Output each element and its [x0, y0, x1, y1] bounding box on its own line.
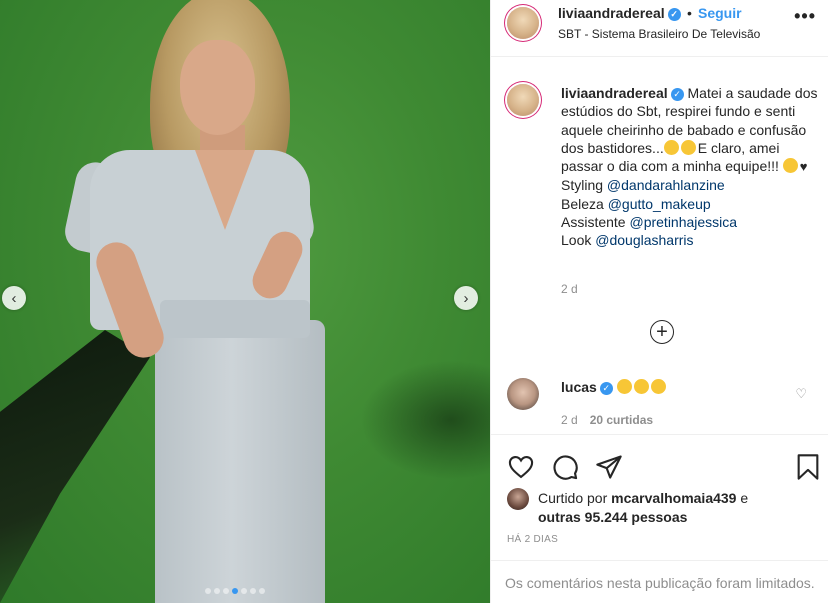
- commenter-avatar[interactable]: [507, 378, 539, 410]
- post-location[interactable]: SBT - Sistema Brasileiro De Televisão: [558, 27, 760, 41]
- comment-time[interactable]: 2 d: [561, 413, 578, 427]
- verified-icon: ✓: [599, 382, 613, 395]
- liker-avatar[interactable]: [507, 488, 529, 510]
- caption-avatar[interactable]: [507, 84, 539, 116]
- styling-label: Styling: [561, 177, 604, 194]
- comment-icon[interactable]: [551, 453, 579, 481]
- header-separator: •: [687, 5, 692, 21]
- chevron-right-icon: ›: [463, 289, 469, 307]
- verified-icon: ✓: [670, 88, 684, 101]
- carousel-prev-button[interactable]: ‹: [2, 286, 26, 310]
- caption-time[interactable]: 2 d: [561, 282, 578, 296]
- liked-by-prefix: Curtido por: [538, 490, 608, 506]
- comment-likes[interactable]: 20 curtidas: [590, 413, 653, 427]
- divider: [491, 560, 828, 561]
- action-bar: [507, 453, 623, 481]
- load-more-comments-button[interactable]: +: [650, 320, 674, 344]
- likes-line-2[interactable]: outras 95.244 pessoas: [538, 508, 687, 527]
- mention-look[interactable]: @douglasharris: [595, 232, 693, 248]
- assistente-label: Assistente: [561, 214, 626, 231]
- comment-text: lucas ✓: [561, 379, 668, 395]
- hearts-face-emoji-icon: [782, 158, 798, 174]
- follow-button[interactable]: Seguir: [698, 5, 742, 21]
- carousel-dot: [250, 588, 256, 594]
- mention-styling[interactable]: @dandarahlanzine: [607, 177, 725, 193]
- carousel-dot: [223, 588, 229, 594]
- commenter-username[interactable]: lucas: [561, 379, 597, 395]
- comments-limited-notice: Os comentários nesta publicação foram li…: [505, 575, 815, 591]
- black-heart-emoji-icon: ♥: [799, 159, 808, 175]
- carousel-dot: [232, 588, 238, 594]
- divider: [491, 434, 828, 435]
- photo-jumpsuit-legs: [155, 320, 325, 603]
- laughing-emoji-icon: [616, 379, 632, 394]
- laughing-emoji-icon: [663, 139, 679, 155]
- post-photo[interactable]: ‹ ›: [0, 0, 490, 603]
- look-label: Look: [561, 232, 592, 249]
- rofl-emoji-icon: [680, 139, 696, 155]
- author-username-text[interactable]: liviaandradereal: [558, 5, 665, 21]
- caption-username[interactable]: liviaandradereal: [561, 85, 668, 101]
- beleza-label: Beleza: [561, 195, 604, 212]
- chevron-left-icon: ‹: [11, 289, 17, 307]
- mention-beleza[interactable]: @gutto_makeup: [608, 196, 711, 212]
- laughing-emoji-icon: [650, 379, 666, 394]
- plus-icon: +: [656, 321, 668, 343]
- comment-meta: 2 d 20 curtidas: [561, 413, 653, 427]
- post-caption: liviaandradereal ✓ Matei a saudade dos es…: [561, 84, 823, 250]
- liked-by-conj: e: [740, 490, 749, 506]
- verified-icon: ✓: [667, 8, 681, 21]
- carousel-dot: [214, 588, 220, 594]
- post-timestamp[interactable]: HÁ 2 DIAS: [507, 534, 558, 545]
- comment-like-heart-icon[interactable]: ♡: [795, 386, 807, 402]
- carousel-dot: [205, 588, 211, 594]
- backdrop-shadow-right: [360, 360, 490, 480]
- author-username[interactable]: liviaandradereal ✓: [558, 5, 681, 21]
- laughing-emoji-icon: [633, 379, 649, 394]
- bookmark-icon[interactable]: [794, 453, 822, 481]
- carousel-indicator: [205, 588, 265, 594]
- photo-face: [180, 40, 255, 135]
- author-avatar[interactable]: [507, 7, 539, 39]
- carousel-next-button[interactable]: ›: [454, 286, 478, 310]
- comment-item: lucas ✓ 2 d 20 curtidas ♡: [491, 372, 828, 432]
- likes-others-count[interactable]: outras 95.244 pessoas: [538, 509, 687, 525]
- carousel-dot: [241, 588, 247, 594]
- likes-line-1: Curtido por mcarvalhomaia439 e: [538, 489, 748, 508]
- heart-icon[interactable]: [507, 453, 535, 481]
- mention-assistente[interactable]: @pretinhajessica: [629, 214, 737, 230]
- share-icon[interactable]: [595, 453, 623, 481]
- liker-username[interactable]: mcarvalhomaia439: [611, 490, 736, 506]
- carousel-dot: [259, 588, 265, 594]
- backdrop-shadow: [0, 330, 150, 603]
- more-icon[interactable]: •••: [794, 6, 816, 27]
- photo-belt: [160, 300, 310, 338]
- post-side-panel: liviaandradereal ✓ • Seguir SBT - Sistema…: [490, 0, 828, 603]
- post-header: liviaandradereal ✓ • Seguir SBT - Sistema…: [491, 0, 828, 57]
